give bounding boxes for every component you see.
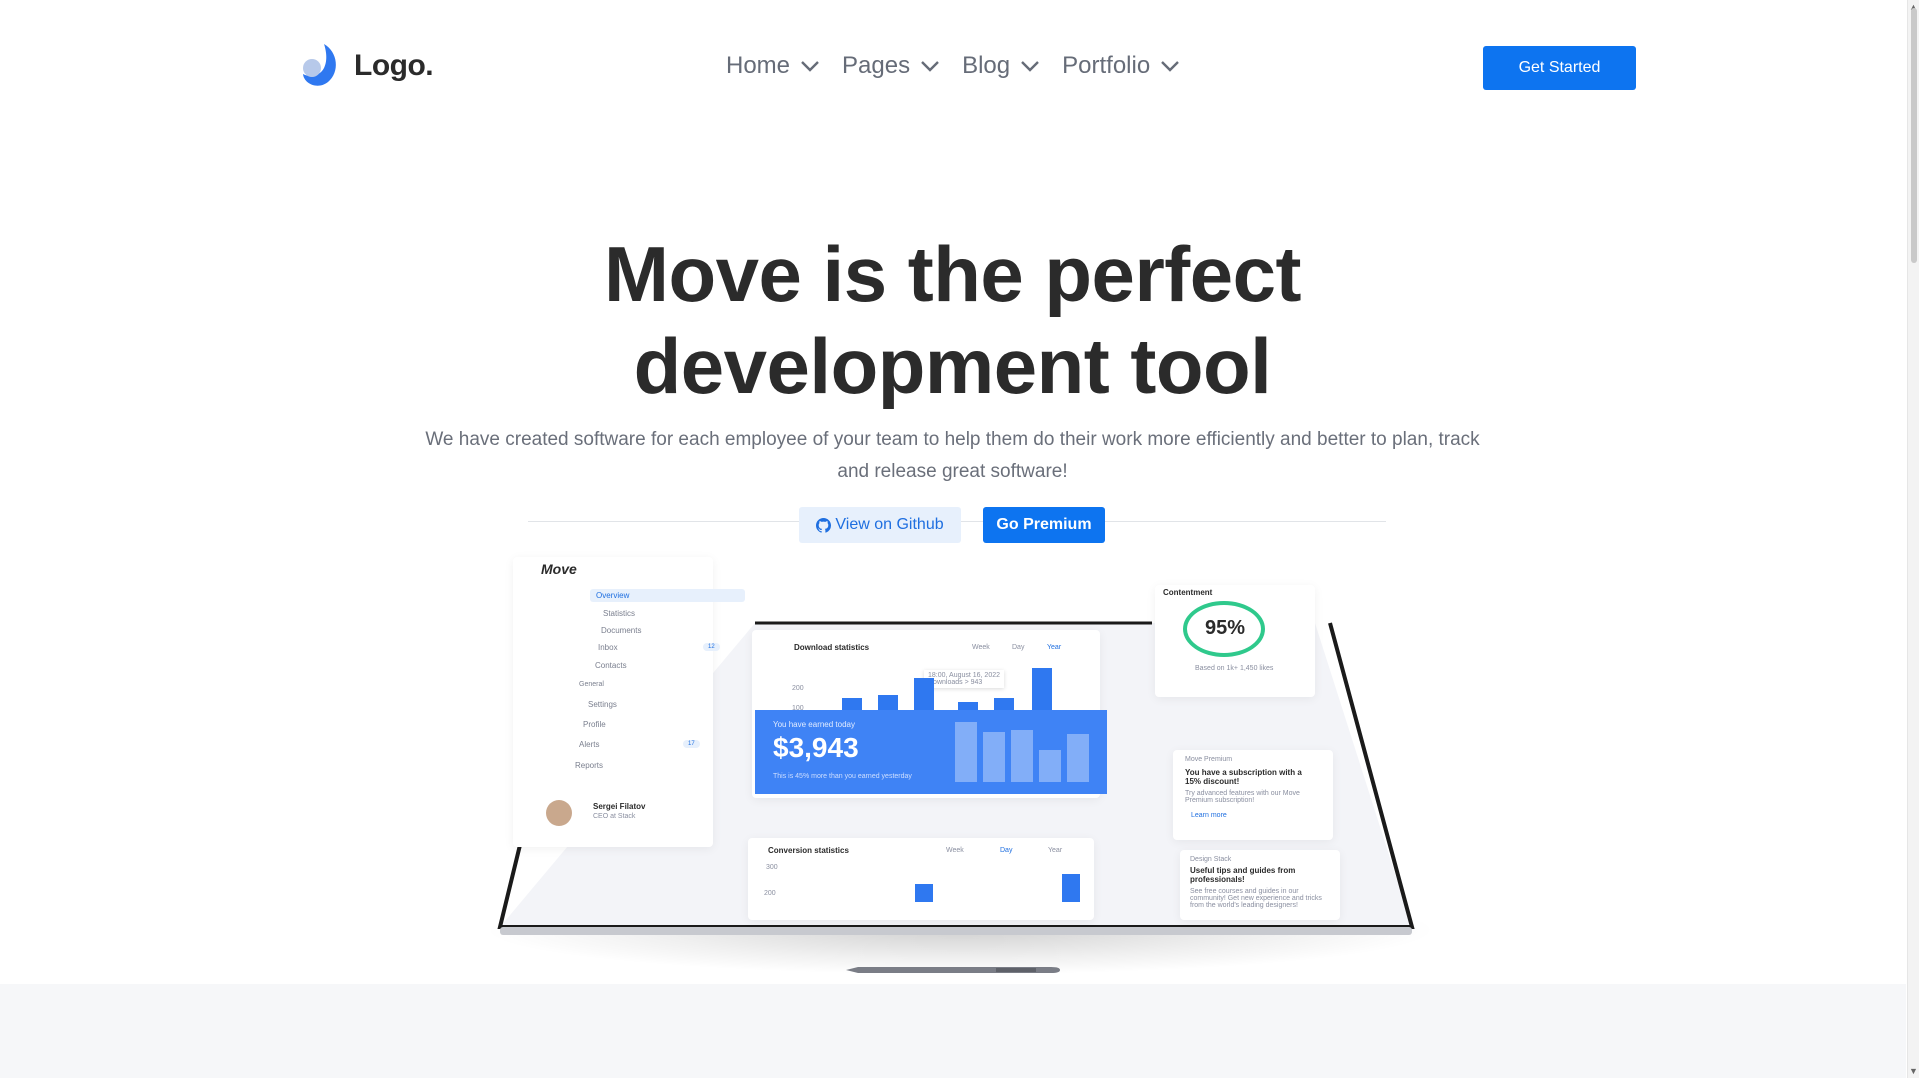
mockup-conversion-card: Conversion statistics Week Day Year 300 …	[748, 838, 1094, 920]
mockup-premium-eyebrow: Move Premium	[1185, 756, 1233, 763]
github-icon	[816, 517, 832, 533]
nav-item-label: Portfolio	[1062, 52, 1151, 79]
nav-item-label: Pages	[842, 52, 911, 79]
mockup-mini-bar	[955, 722, 977, 782]
mockup-tab-year: Year	[1047, 644, 1062, 651]
mockup-app-title: Move	[541, 561, 577, 577]
product-mockup: Move Overview Statistics Documents Inbox…	[400, 555, 1520, 985]
go-premium-button[interactable]: Go Premium	[983, 507, 1105, 543]
github-button-label: View on Github	[835, 516, 944, 533]
scrollbar-thumb[interactable]	[1911, 8, 1917, 263]
hero-subtitle-line: and release great software!	[837, 461, 1068, 482]
mockup-conv-tab-week: Week	[946, 847, 964, 854]
mockup-mini-bar	[1011, 730, 1033, 782]
mockup-contentment-card: Contentment 95% Based on 1k+ 1,450 likes	[1155, 585, 1315, 697]
mockup-inbox-badge: 12	[703, 643, 720, 651]
mockup-premium-card: Move Premium You have a subscription wit…	[1173, 750, 1333, 840]
mockup-mini-bar	[1067, 734, 1089, 782]
mockup-premium-title: You have a subscription with a 15% disco…	[1185, 768, 1302, 786]
main-nav: Home Pages Blog Portfolio	[726, 52, 1180, 80]
logo-mark-icon	[300, 42, 340, 90]
mockup-sidebar: Move Overview Statistics Documents Inbox…	[513, 557, 745, 847]
mockup-tab-day: Day	[1012, 644, 1025, 651]
hero-title: Move is the perfect development tool	[0, 228, 1905, 412]
scroll-down-icon[interactable]: ▼	[1909, 1066, 1918, 1076]
mockup-conv-tab-day: Day	[1000, 847, 1013, 854]
mockup-nav-profile: Profile	[583, 720, 606, 729]
next-section-band	[0, 984, 1906, 1078]
logo[interactable]: Logo.	[300, 42, 434, 90]
nav-item-label: Blog	[962, 52, 1011, 79]
chevron-down-icon	[921, 61, 939, 72]
mockup-design-card: Design Stack Useful tips and guides from…	[1180, 850, 1340, 920]
mockup-design-title: Useful tips and guides from professional…	[1190, 866, 1296, 884]
mockup-section-general: General	[579, 681, 604, 688]
mockup-nav-documents: Documents	[601, 626, 642, 635]
nav-item-label: Home	[726, 52, 791, 79]
nav-item-home[interactable]: Home	[726, 52, 820, 80]
mockup-design-eyebrow: Design Stack	[1190, 856, 1232, 863]
hero-subtitle-line: We have created software for each employ…	[425, 429, 1480, 450]
mockup-earned-label: You have earned today	[773, 720, 855, 729]
mockup-nav-reports: Reports	[575, 761, 604, 770]
hero-title-line: Move is the perfect	[603, 230, 1302, 318]
mockup-premium-body: Try advanced features with our Move Prem…	[1185, 790, 1300, 804]
mockup-mini-bar	[983, 732, 1005, 782]
mockup-nav-contacts: Contacts	[595, 661, 627, 670]
page-scrollbar[interactable]: ▲ ▼	[1907, 0, 1919, 1078]
mockup-user-name: Sergei Filatov	[593, 802, 646, 811]
view-on-github-button[interactable]: View on Github	[799, 507, 961, 543]
mockup-download-title: Download statistics	[794, 643, 870, 652]
chevron-down-icon	[1161, 61, 1180, 72]
mockup-design-body: See free courses and guides in our commu…	[1190, 888, 1322, 909]
mockup-earned-card: You have earned today $3,943 This is 45%…	[755, 710, 1107, 794]
mockup-tooltip-value: Downloads > 943	[928, 679, 983, 686]
mockup-nav-settings: Settings	[588, 700, 617, 709]
mockup-tab-week: Week	[972, 644, 990, 651]
hero-title-line: development tool	[633, 322, 1272, 410]
nav-item-blog[interactable]: Blog	[962, 52, 1040, 80]
mockup-mini-bar	[1039, 750, 1061, 782]
mockup-earned-note: This is 45% more than you earned yesterd…	[773, 773, 912, 780]
hero-subtitle: We have created software for each employ…	[420, 424, 1485, 488]
mockup-user-role: CEO at Stack	[593, 813, 636, 820]
nav-item-portfolio[interactable]: Portfolio	[1062, 52, 1180, 80]
chevron-down-icon	[801, 61, 819, 72]
mockup-conv-y-label: 300	[766, 864, 778, 871]
logo-text: Logo.	[354, 49, 434, 82]
mockup-nav-inbox: Inbox	[598, 643, 618, 652]
mockup-conv-bar	[915, 884, 933, 902]
stylus-pen	[846, 967, 1060, 973]
mockup-conv-y-label: 200	[764, 890, 776, 897]
mockup-nav-overview: Overview	[590, 589, 745, 602]
mockup-y-label: 200	[792, 685, 804, 692]
mockup-contentment-title: Contentment	[1163, 588, 1213, 597]
mockup-conv-bar	[1062, 874, 1080, 902]
mockup-earned-value: $3,943	[773, 732, 859, 763]
chevron-down-icon	[1021, 61, 1039, 72]
nav-item-pages[interactable]: Pages	[842, 52, 940, 80]
mockup-user-avatar	[546, 800, 572, 826]
mockup-tooltip-date: 18:00, August 16, 2022	[928, 672, 1001, 679]
mockup-contentment-value: 95%	[1205, 617, 1246, 639]
get-started-button[interactable]: Get Started	[1483, 46, 1636, 90]
mockup-tooltip: 18:00, August 16, 2022 Downloads > 943	[924, 670, 1005, 688]
mockup-contentment-note: Based on 1k+ 1,450 likes	[1195, 665, 1274, 672]
mockup-conversion-title: Conversion statistics	[768, 846, 849, 855]
mockup-alerts-badge: 17	[683, 740, 700, 748]
mockup-nav-alerts: Alerts	[579, 740, 600, 749]
mockup-nav-statistics: Statistics	[603, 609, 636, 618]
mockup-premium-link: Learn more	[1191, 812, 1227, 819]
mockup-conv-tab-year: Year	[1048, 847, 1063, 854]
